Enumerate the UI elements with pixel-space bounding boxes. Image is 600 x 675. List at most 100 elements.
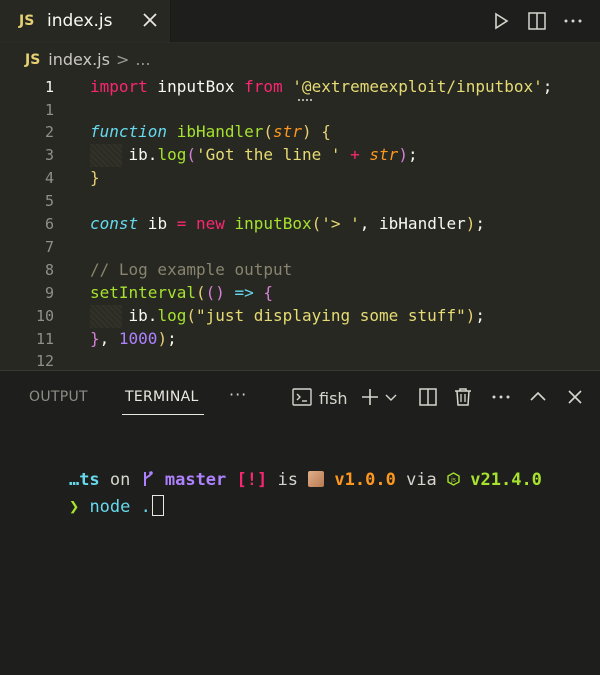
editor-tab-bar: JS index.js <box>0 0 600 43</box>
breadcrumb-more[interactable]: ... <box>135 50 150 69</box>
code-token: "just displaying some stuff" <box>195 306 466 325</box>
code-token: inputBox <box>234 214 312 233</box>
code-text: import inputBox from '@extremeexploit/in… <box>90 77 552 96</box>
svg-text:js: js <box>450 477 456 484</box>
tab-terminal[interactable]: TERMINAL <box>125 389 199 405</box>
code-token: ) <box>398 145 408 164</box>
code-token: ib. <box>90 145 158 164</box>
code-token: { <box>321 122 331 141</box>
tab-output[interactable]: OUTPUT <box>29 389 88 405</box>
terminal-text-via: via <box>395 470 448 490</box>
code-line[interactable]: 5 <box>0 190 600 213</box>
code-token: setInterval <box>90 283 196 302</box>
split-editor-icon[interactable] <box>526 10 548 32</box>
code-token: ) <box>157 329 168 348</box>
code-token: , ibHandler <box>359 214 466 233</box>
line-number: 1 <box>44 101 54 119</box>
code-token: log <box>157 145 187 164</box>
code-token: from <box>244 77 283 96</box>
line-number: 7 <box>44 238 54 256</box>
code-text: function ibHandler(str) { <box>90 122 331 141</box>
node-version: v21.4.0 <box>460 470 542 490</box>
code-token: ( <box>186 306 196 325</box>
code-text: }, 1000); <box>90 329 177 348</box>
panel-more-tabs[interactable]: ··· <box>229 385 247 404</box>
code-token: '> ' <box>321 214 360 233</box>
code-token: ib <box>138 214 177 233</box>
nodejs-icon: js <box>447 472 460 486</box>
code-token: { <box>263 283 274 302</box>
code-token: ) <box>465 306 476 325</box>
code-line[interactable]: 4} <box>0 167 600 190</box>
line-number: 2 <box>44 123 54 141</box>
code-token: => <box>234 283 254 302</box>
code-line[interactable]: 7 <box>0 236 600 259</box>
code-text: ib.log('Got the line ' + str); <box>90 145 418 164</box>
run-icon[interactable] <box>490 10 512 32</box>
code-text: } <box>90 168 100 187</box>
code-line[interactable]: 2 function ibHandler(str) { <box>0 121 600 144</box>
code-token: = <box>176 214 187 233</box>
line-number: 6 <box>44 215 54 233</box>
js-file-icon: JS <box>19 13 35 29</box>
code-line[interactable]: 11 }, 1000); <box>0 328 600 351</box>
code-editor[interactable]: 1 import inputBox from '@extremeexploit/i… <box>0 76 600 370</box>
new-terminal-icon[interactable] <box>359 386 381 408</box>
code-token: () <box>205 283 225 302</box>
tab-title: index.js <box>47 11 113 31</box>
code-token: ( <box>311 214 322 233</box>
active-tab-indicator <box>122 414 204 415</box>
chevron-down-icon[interactable] <box>384 386 398 408</box>
code-line[interactable]: 10 ib.log("just displaying some stuff"); <box>0 305 600 328</box>
code-token: } <box>90 329 100 348</box>
code-line[interactable]: 1 <box>0 99 600 122</box>
code-token: ( <box>263 122 274 141</box>
code-text: const ib = new inputBox('> ', ibHandler)… <box>90 214 485 233</box>
code-token: // Log example output <box>90 260 293 279</box>
terminal-text-is: is <box>267 470 309 490</box>
code-token: ( <box>186 145 196 164</box>
maximize-panel-icon[interactable] <box>527 386 549 408</box>
code-line[interactable]: 8 // Log example output <box>0 259 600 282</box>
git-branch: master <box>154 470 227 490</box>
line-number: 1 <box>44 78 54 96</box>
line-number: 3 <box>44 146 54 164</box>
terminal[interactable]: …ts on master [!] is v1.0.0 via js v21.4… <box>0 420 600 675</box>
code-line[interactable]: 9 setInterval(() => { <box>0 282 600 305</box>
tab-index-js[interactable]: JS index.js <box>0 0 171 42</box>
code-token: inputBox <box>147 77 245 96</box>
more-actions-icon[interactable] <box>490 386 512 408</box>
breadcrumb-file[interactable]: index.js <box>48 50 110 69</box>
breadcrumb: JS index.js > ... <box>0 43 600 76</box>
code-token: ) <box>301 122 312 141</box>
code-line[interactable]: 3 ib.log('Got the line ' + str); <box>0 144 600 167</box>
close-panel-icon[interactable] <box>564 386 586 408</box>
code-token: const <box>90 214 139 233</box>
code-line[interactable]: 6 const ib = new inputBox('> ', ibHandler… <box>0 213 600 236</box>
terminal-cursor <box>151 495 164 516</box>
split-terminal-icon[interactable] <box>417 386 439 408</box>
line-number: 10 <box>35 307 54 325</box>
code-token: log <box>157 306 187 325</box>
terminal-shell-name[interactable]: fish <box>319 389 348 408</box>
trash-icon[interactable] <box>452 386 474 408</box>
code-token: new <box>195 214 225 233</box>
line-number: 11 <box>35 330 54 348</box>
terminal-icon <box>292 388 312 406</box>
code-token: ) <box>465 214 476 233</box>
terminal-command: node . <box>79 497 151 517</box>
line-number: 4 <box>44 169 54 187</box>
line-number: 8 <box>44 261 54 279</box>
code-text: setInterval(() => { <box>90 283 273 302</box>
code-line[interactable]: 1 import inputBox from '@extremeexploit/i… <box>0 76 600 101</box>
code-token: } <box>90 168 100 187</box>
close-icon[interactable] <box>140 10 160 30</box>
more-actions-icon[interactable] <box>562 10 584 32</box>
code-token: ibHandler <box>176 122 264 141</box>
